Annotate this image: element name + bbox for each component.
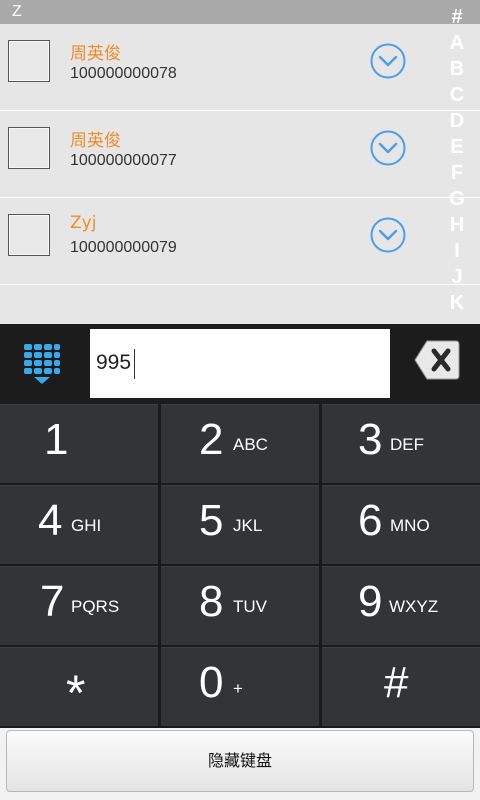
index-letter[interactable]: H (446, 212, 468, 238)
dial-keypad: 1 2 ABC 3 DEF 4 GHI 5 JKL 6 MNO 7 PQRS 8… (0, 404, 480, 728)
contact-row[interactable]: Zyj 100000000079 (0, 198, 480, 285)
chevron-down-circle-icon[interactable] (370, 217, 406, 253)
key-digit: 0 (199, 658, 224, 707)
index-letter[interactable]: D (446, 108, 468, 134)
key-hash[interactable]: # (322, 647, 480, 726)
key-letters: WXYZ (389, 597, 439, 616)
section-letter: Z (12, 3, 22, 20)
alphabet-index-bar[interactable]: # A B C D E F G H I J K (446, 4, 468, 322)
key-digit: 7 (40, 577, 65, 626)
index-letter[interactable]: G (446, 186, 468, 212)
bottom-bar: 隐藏键盘 (0, 728, 480, 800)
index-letter[interactable]: A (446, 30, 468, 56)
key-letters: JKL (233, 516, 263, 535)
index-letter[interactable]: I (446, 238, 468, 264)
key-digit: 5 (199, 496, 224, 545)
index-letter[interactable]: J (446, 264, 468, 290)
index-letter[interactable]: E (446, 134, 468, 160)
key-letters: + (233, 679, 243, 698)
index-letter[interactable]: F (446, 160, 468, 186)
chevron-down-circle-icon[interactable] (370, 130, 406, 166)
contact-number: 100000000079 (70, 239, 177, 256)
index-letter[interactable]: C (446, 82, 468, 108)
contact-row[interactable]: 周英俊 100000000078 (0, 24, 480, 111)
select-checkbox[interactable] (8, 127, 50, 169)
backspace-icon[interactable] (413, 338, 461, 382)
contact-number: 100000000078 (70, 65, 177, 82)
key-7[interactable]: 7 PQRS (0, 566, 158, 645)
select-checkbox[interactable] (8, 214, 50, 256)
key-6[interactable]: 6 MNO (322, 485, 480, 564)
key-letters: GHI (71, 516, 102, 535)
key-letters: MNO (390, 516, 430, 535)
key-digit: 1 (44, 415, 69, 464)
key-digit: 9 (358, 577, 383, 626)
contact-list[interactable]: 周英俊 100000000078 周英俊 100000000077 Zyj 10… (0, 24, 480, 324)
dial-number-input[interactable]: 995 (90, 329, 390, 398)
key-0[interactable]: 0 + (161, 647, 319, 726)
contact-name: 周英俊 (70, 44, 121, 64)
key-letters: DEF (390, 435, 424, 454)
key-5[interactable]: 5 JKL (161, 485, 319, 564)
key-digit: * (66, 665, 86, 721)
key-digit: 2 (199, 415, 224, 464)
key-digit: # (384, 658, 409, 707)
contact-name: Zyj (70, 213, 97, 233)
key-digit: 4 (38, 496, 63, 545)
key-8[interactable]: 8 TUV (161, 566, 319, 645)
key-3[interactable]: 3 DEF (322, 404, 480, 483)
contact-row[interactable]: 周英俊 100000000077 (0, 111, 480, 198)
select-checkbox[interactable] (8, 40, 50, 82)
chevron-down-circle-icon[interactable] (370, 43, 406, 79)
key-digit: 6 (358, 496, 383, 545)
contact-name: 周英俊 (70, 131, 121, 151)
key-1[interactable]: 1 (0, 404, 158, 483)
key-2[interactable]: 2 ABC (161, 404, 319, 483)
key-9[interactable]: 9 WXYZ (322, 566, 480, 645)
key-letters: TUV (233, 597, 267, 616)
section-header: Z (0, 0, 480, 24)
key-digit: 3 (358, 415, 383, 464)
text-caret (134, 349, 135, 379)
index-letter[interactable]: K (446, 290, 468, 316)
contact-number: 100000000077 (70, 152, 177, 169)
key-letters: PQRS (71, 597, 120, 616)
hide-keyboard-button[interactable]: 隐藏键盘 (6, 730, 474, 792)
key-digit: 8 (199, 577, 224, 626)
dial-number-value: 995 (96, 351, 132, 374)
index-letter[interactable]: # (446, 4, 468, 30)
dial-input-bar: 995 (0, 324, 480, 404)
key-letters: ABC (233, 435, 268, 454)
key-star[interactable]: * (0, 647, 158, 726)
key-4[interactable]: 4 GHI (0, 485, 158, 564)
dialpad-icon[interactable] (22, 344, 62, 386)
index-letter[interactable]: B (446, 56, 468, 82)
